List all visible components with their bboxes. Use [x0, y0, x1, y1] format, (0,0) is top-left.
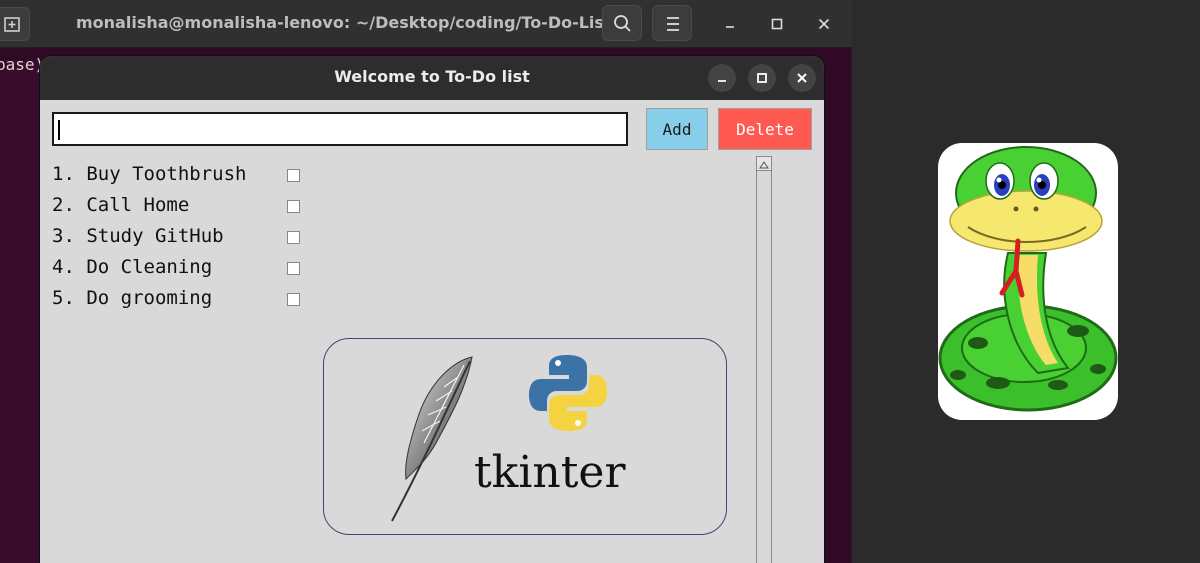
dialog-header-bar[interactable]: Welcome to To-Do list	[40, 56, 824, 100]
new-tab-button[interactable]	[0, 7, 30, 41]
search-button[interactable]	[602, 5, 642, 41]
task-label: 2. Call Home	[52, 194, 190, 216]
minimize-icon	[726, 26, 734, 28]
task-checkbox[interactable]	[287, 262, 300, 275]
text-cursor	[58, 120, 60, 140]
task-checkbox[interactable]	[287, 231, 300, 244]
dialog-title: Welcome to To-Do list	[334, 67, 530, 86]
feather-logo	[391, 356, 473, 522]
terminal-window-title: monalisha@monalisha-lenovo: ~/Desktop/co…	[76, 13, 612, 32]
task-checkbox[interactable]	[287, 169, 300, 182]
task-item-3: 3. Study GitHub	[52, 225, 300, 249]
todo-dialog-window: Welcome to To-Do list Add Delete 1. Buy …	[40, 56, 824, 563]
close-icon	[818, 18, 830, 30]
task-item-5: 5. Do grooming	[52, 287, 300, 311]
scroll-up-arrow-icon	[759, 161, 769, 169]
maximize-icon	[771, 18, 783, 30]
terminal-close-button[interactable]	[812, 12, 836, 36]
dialog-minimize-button[interactable]	[708, 64, 736, 92]
terminal-minimize-button[interactable]	[718, 12, 742, 36]
scroll-up-button[interactable]	[757, 157, 771, 171]
task-label: 4. Do Cleaning	[52, 256, 213, 278]
terminal-header-bar: monalisha@monalisha-lenovo: ~/Desktop/co…	[0, 0, 852, 48]
task-item-4: 4. Do Cleaning	[52, 256, 300, 280]
python-logo	[529, 355, 607, 431]
tkinter-logo-card: tkinter	[323, 338, 727, 535]
hamburger-menu-icon	[667, 17, 679, 31]
maximize-icon	[757, 73, 767, 83]
task-label: 1. Buy Toothbrush	[52, 163, 247, 185]
delete-button[interactable]: Delete	[718, 108, 812, 150]
menu-button[interactable]	[652, 5, 692, 41]
task-item-1: 1. Buy Toothbrush	[52, 163, 300, 187]
dialog-maximize-button[interactable]	[748, 64, 776, 92]
task-checkbox[interactable]	[287, 200, 300, 213]
task-label: 5. Do grooming	[52, 287, 213, 309]
task-checkbox[interactable]	[287, 293, 300, 306]
task-input[interactable]	[52, 112, 628, 146]
terminal-content-area[interactable]	[0, 60, 40, 563]
new-tab-icon	[4, 17, 20, 32]
tkinter-wordmark: tkinter	[474, 447, 626, 498]
terminal-maximize-button[interactable]	[765, 12, 789, 36]
dialog-close-button[interactable]	[788, 64, 816, 92]
task-item-2: 2. Call Home	[52, 194, 300, 218]
add-button[interactable]: Add	[646, 108, 708, 150]
snake-illustration-card	[938, 143, 1118, 420]
minimize-icon	[718, 80, 726, 82]
snake-illustration	[938, 146, 1118, 412]
close-icon	[797, 73, 807, 83]
task-label: 3. Study GitHub	[52, 225, 224, 247]
terminal-prompt-text: base)	[0, 55, 45, 74]
vertical-scrollbar[interactable]	[756, 156, 772, 563]
search-icon	[614, 15, 631, 32]
